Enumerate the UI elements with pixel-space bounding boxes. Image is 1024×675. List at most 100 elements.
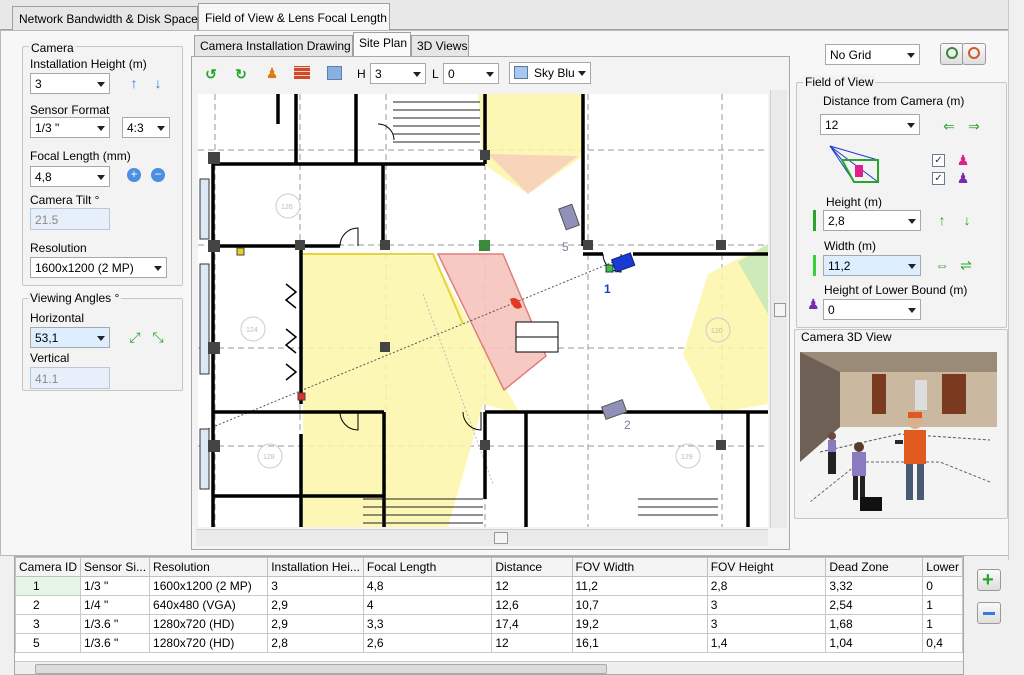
lower-bound-combo[interactable]: 0 [823, 299, 921, 320]
table-cell[interactable]: 1 [922, 614, 963, 634]
tab-field-of-view[interactable]: Field of View & Lens Focal Length [198, 3, 390, 31]
site-plan-canvas[interactable]: 126 124 128 129 120 5 1 2 [198, 94, 768, 527]
column-header[interactable]: Lower [922, 557, 963, 577]
h-value-combo[interactable]: 3 [370, 63, 426, 84]
tab-camera-installation-drawing[interactable]: Camera Installation Drawing [194, 35, 353, 56]
arrow-up-green-icon[interactable]: ↑ [935, 212, 949, 228]
tab-3d-views[interactable]: 3D Views [411, 35, 469, 56]
zoom-out-button[interactable] [962, 43, 986, 65]
column-header[interactable]: FOV Width [571, 557, 708, 577]
sensor-format-combo[interactable]: 1/3 " [30, 117, 110, 138]
table-cell[interactable]: 2,54 [825, 595, 924, 615]
table-cell[interactable]: 2 [15, 595, 82, 615]
column-header[interactable]: Sensor Si... [80, 557, 151, 577]
table-cell[interactable]: 1280x720 (HD) [149, 633, 269, 653]
focal-length-combo[interactable]: 4,8 [30, 166, 110, 187]
widen-icon[interactable]: ⇔ [934, 257, 950, 273]
horizontal-angle-combo[interactable]: 53,1 [30, 327, 110, 348]
table-row[interactable]: 2 1/4 " 640x480 (VGA) 2,9 4 12,6 10,7 3 … [15, 595, 963, 615]
distance-combo[interactable]: 12 [820, 114, 920, 135]
table-cell[interactable]: 19,2 [571, 614, 708, 634]
plan-vertical-scrollbar[interactable] [770, 90, 787, 528]
table-cell[interactable]: 3,32 [825, 576, 924, 596]
tab-network-bandwidth[interactable]: Network Bandwidth & Disk Space [12, 6, 198, 30]
add-camera-button[interactable]: + [977, 569, 1001, 591]
table-cell[interactable]: 1280x720 (HD) [149, 614, 269, 634]
zoom-in-icon[interactable]: + [127, 168, 141, 182]
table-cell[interactable]: 2,8 [267, 633, 364, 653]
arrow-down-green-icon[interactable]: ↓ [960, 212, 974, 228]
table-cell[interactable]: 17,4 [491, 614, 573, 634]
table-cell[interactable]: 640x480 (VGA) [149, 595, 269, 615]
column-header[interactable]: Dead Zone [825, 557, 924, 577]
table-cell[interactable]: 1,68 [825, 614, 924, 634]
table-cell[interactable]: 3 [15, 614, 82, 634]
arrow-right-icon[interactable]: ⇒ [966, 118, 982, 134]
resolution-combo[interactable]: 1600x1200 (2 MP) [30, 257, 167, 278]
show-lower-bound-checkbox[interactable]: ✓ [932, 172, 945, 185]
aspect-ratio-combo[interactable]: 4:3 [122, 117, 170, 138]
table-cell[interactable]: 1,4 [706, 633, 827, 653]
table-row[interactable]: 3 1/3.6 " 1280x720 (HD) 2,9 3,3 17,4 19,… [15, 614, 963, 634]
horizontal-scroll-thumb[interactable] [494, 532, 508, 544]
table-cell[interactable]: 2,9 [267, 595, 364, 615]
table-cell[interactable]: 16,1 [571, 633, 708, 653]
table-cell[interactable]: 1/4 " [80, 595, 151, 615]
table-row[interactable]: 1 1/3 " 1600x1200 (2 MP) 3 4,8 12 11,2 2… [15, 576, 963, 596]
table-cell[interactable]: 12 [491, 633, 573, 653]
table-cell[interactable]: 1,04 [825, 633, 924, 653]
table-cell[interactable]: 12 [491, 576, 573, 596]
table-cell[interactable]: 2,8 [706, 576, 827, 596]
box-icon[interactable] [327, 66, 342, 80]
table-cell[interactable]: 10,7 [571, 595, 708, 615]
shrink-icon[interactable]: ⤡ [150, 329, 166, 345]
table-cell[interactable]: 4,8 [362, 576, 493, 596]
show-person-checkbox[interactable]: ✓ [932, 154, 945, 167]
rotate-right-icon[interactable]: ↻ [233, 66, 249, 82]
arrow-left-icon[interactable]: ⇐ [941, 118, 957, 134]
table-cell[interactable]: 3 [267, 576, 364, 596]
installation-height-combo[interactable]: 3 [30, 73, 110, 94]
column-header[interactable]: Distance [491, 557, 573, 577]
vertical-scroll-thumb[interactable] [774, 303, 786, 317]
column-header[interactable]: Installation Hei... [267, 557, 364, 577]
rotate-left-icon[interactable]: ↺ [203, 66, 219, 82]
narrow-icon[interactable]: ⇌ [958, 257, 974, 273]
height-combo[interactable]: 2,8 [823, 210, 921, 231]
remove-camera-button[interactable] [977, 602, 1001, 624]
l-value-combo[interactable]: 0 [443, 63, 499, 84]
table-cell[interactable]: 0 [922, 576, 963, 596]
color-combo[interactable]: Sky Blu [509, 62, 591, 84]
wall-icon[interactable] [294, 66, 310, 79]
arrow-down-icon[interactable]: ↓ [152, 75, 164, 91]
table-row[interactable]: 5 1/3.6 " 1280x720 (HD) 2,8 2,6 12 16,1 … [15, 633, 963, 653]
arrow-up-icon[interactable]: ↑ [128, 75, 140, 91]
table-cell[interactable]: 2,6 [362, 633, 493, 653]
table-cell[interactable]: 1/3.6 " [80, 633, 151, 653]
column-header[interactable]: Camera ID [15, 557, 82, 577]
plan-horizontal-scrollbar[interactable] [196, 529, 768, 546]
table-cell[interactable]: 2,9 [267, 614, 364, 634]
table-cell[interactable]: 12,6 [491, 595, 573, 615]
tab-site-plan[interactable]: Site Plan [353, 32, 411, 56]
expand-icon[interactable]: ⤢ [127, 329, 143, 345]
table-cell[interactable]: 1/3 " [80, 576, 151, 596]
column-header[interactable]: FOV Height [706, 557, 827, 577]
column-header[interactable]: Resolution [149, 557, 269, 577]
table-cell[interactable]: 1 [15, 576, 82, 596]
width-combo[interactable]: 11,2 [823, 255, 921, 276]
table-cell[interactable]: 1/3.6 " [80, 614, 151, 634]
table-cell[interactable]: 11,2 [571, 576, 708, 596]
table-cell[interactable]: 0,4 [922, 633, 963, 653]
grid-combo[interactable]: No Grid [825, 44, 920, 65]
table-cell[interactable]: 1 [922, 595, 963, 615]
zoom-in-button[interactable] [940, 43, 964, 65]
table-cell[interactable]: 3,3 [362, 614, 493, 634]
table-cell[interactable]: 3 [706, 595, 827, 615]
table-horizontal-scrollbar[interactable] [15, 661, 963, 674]
table-cell[interactable]: 4 [362, 595, 493, 615]
table-scroll-thumb[interactable] [35, 664, 607, 674]
person-icon[interactable]: ♟ [265, 65, 279, 81]
zoom-out-icon[interactable]: − [151, 168, 165, 182]
table-cell[interactable]: 5 [15, 633, 82, 653]
